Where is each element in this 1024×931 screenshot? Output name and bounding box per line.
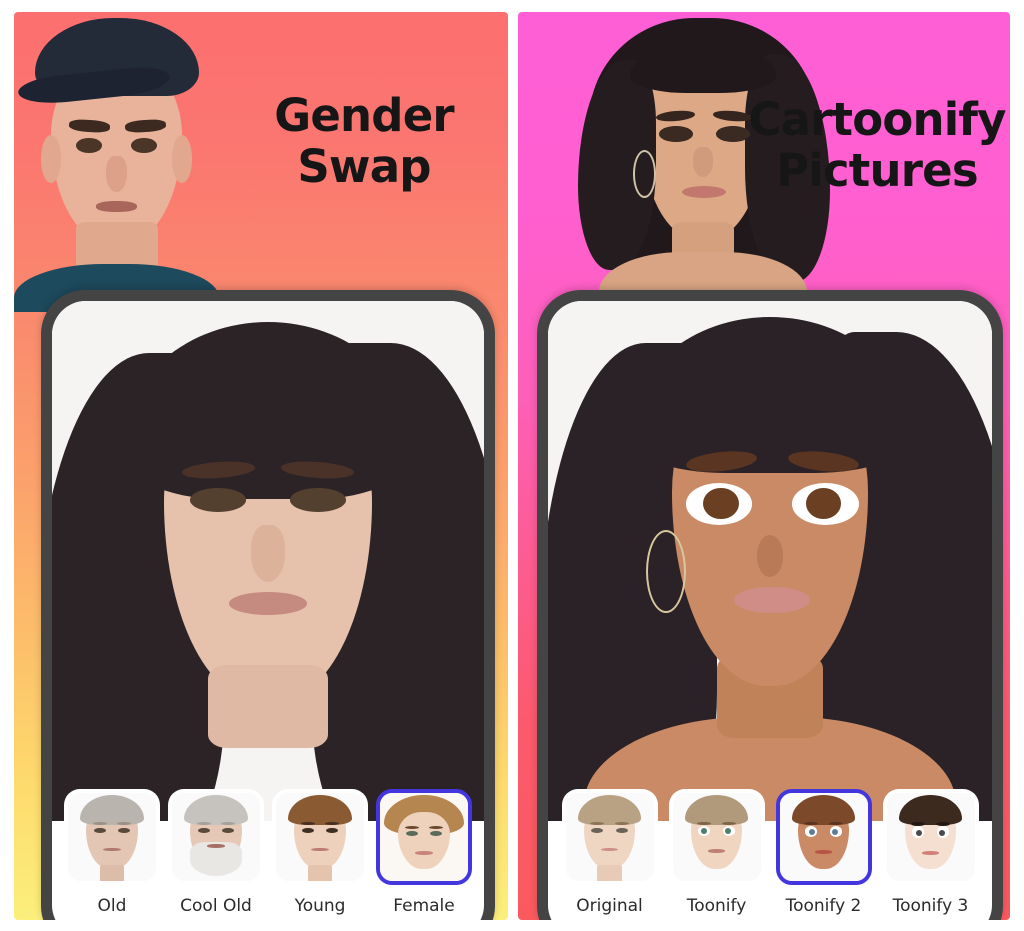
style-thumbnail-young[interactable] — [272, 789, 368, 885]
face-eye-right — [716, 126, 750, 142]
style-option-original[interactable]: Original — [557, 789, 663, 916]
phone-mockup-right: Original Toonify Toonify 2 Toonify 3 — [537, 290, 1003, 920]
panel-headline-gender-swap: Gender Swap — [274, 89, 454, 194]
hair-fringe — [630, 45, 776, 93]
face-lips — [734, 587, 810, 613]
promo-panel-cartoonify: Cartoonify Pictures Original Toonify Too… — [518, 12, 1010, 920]
thumb-eye-left — [405, 830, 418, 837]
thumb-brow-left — [404, 825, 419, 829]
face-eye-left — [658, 126, 693, 142]
style-thumbnail-toonify-3[interactable] — [882, 789, 979, 885]
man-face-art — [14, 12, 219, 312]
panel-headline-cartoonify: Cartoonify Pictures — [748, 93, 1006, 198]
style-label-toonify-3: Toonify 3 — [892, 896, 969, 916]
screenshot-stage: Gender Swap Old Cool Old Young Female Ca… — [0, 0, 1024, 931]
thumbnail-face-toonify — [672, 793, 761, 881]
style-label-young: Young — [294, 896, 346, 916]
thumbnail-face-cool-old — [172, 793, 260, 881]
phone-screen-left: Old Cool Old Young Female — [52, 301, 484, 920]
style-option-toonify[interactable]: Toonify — [664, 789, 770, 916]
result-photo-female-swap — [52, 301, 484, 821]
thumb-neck — [597, 865, 622, 881]
style-thumbnail-strip-right: Original Toonify Toonify 2 Toonify 3 — [548, 789, 992, 920]
style-label-toonify-2: Toonify 2 — [785, 896, 862, 916]
thumb-neck — [99, 865, 125, 881]
face-ear-left — [40, 135, 62, 183]
style-option-toonify-3[interactable]: Toonify 3 — [878, 789, 984, 916]
style-thumbnail-cool-old[interactable] — [168, 789, 264, 885]
thumb-brow-right — [429, 825, 444, 829]
hoop-earring — [632, 150, 657, 198]
face-eye-left — [75, 138, 103, 153]
style-label-original: Original — [576, 896, 643, 916]
face-nose — [250, 524, 286, 582]
style-label-old: Old — [97, 896, 127, 916]
thumb-mouth — [814, 850, 833, 854]
thumb-mouth — [600, 847, 619, 852]
style-thumbnail-original[interactable] — [561, 789, 658, 885]
face-nose — [106, 156, 127, 192]
style-option-female[interactable]: Female — [372, 789, 476, 916]
thumb-brow-left — [300, 822, 315, 826]
hoop-earring — [645, 529, 686, 613]
thumb-neck — [307, 865, 333, 881]
style-thumbnail-old[interactable] — [64, 789, 160, 885]
style-thumbnail-toonify[interactable] — [668, 789, 765, 885]
thumb-mouth — [311, 847, 329, 852]
result-photo-cartoon — [548, 301, 992, 821]
style-option-toonify-2[interactable]: Toonify 2 — [771, 789, 877, 916]
thumb-mouth — [415, 851, 433, 855]
thumbnail-face-toonify-3 — [886, 793, 975, 881]
face-nose — [756, 535, 784, 577]
cartoon-result-face-art — [548, 301, 992, 821]
thumb-brow-left — [92, 822, 107, 826]
hero-portrait-man — [14, 12, 219, 312]
face-lips — [229, 592, 307, 616]
style-label-toonify: Toonify — [686, 896, 747, 916]
style-option-old[interactable]: Old — [60, 789, 164, 916]
phone-screen-right: Original Toonify Toonify 2 Toonify 3 — [548, 301, 992, 920]
female-result-face-art — [52, 301, 484, 821]
thumb-mouth — [707, 849, 726, 853]
thumbnail-face-toonify-2 — [779, 793, 868, 881]
face-eye-right — [289, 488, 346, 513]
face-neck — [207, 665, 329, 749]
thumb-mouth — [921, 851, 940, 855]
face-ear-right — [171, 135, 193, 183]
thumb-mouth — [103, 847, 121, 852]
style-thumbnail-female[interactable] — [376, 789, 472, 885]
thumbnail-face-original — [565, 793, 654, 881]
thumb-brow-left — [196, 822, 211, 826]
thumbnail-face-young — [276, 793, 364, 881]
promo-panel-gender-swap: Gender Swap Old Cool Old Young Female — [14, 12, 508, 920]
thumb-face — [398, 812, 450, 867]
thumb-iris-left — [808, 829, 815, 836]
style-label-cool-old: Cool Old — [180, 896, 252, 916]
style-thumbnail-strip-left: Old Cool Old Young Female — [52, 789, 484, 920]
style-thumbnail-toonify-2[interactable] — [775, 789, 872, 885]
style-option-cool-old[interactable]: Cool Old — [164, 789, 268, 916]
face-lips — [682, 186, 727, 198]
style-label-female: Female — [393, 896, 455, 916]
thumb-mouth — [207, 844, 225, 848]
thumb-iris-left — [915, 829, 922, 837]
thumbnail-face-old — [68, 793, 156, 881]
phone-mockup-left: Old Cool Old Young Female — [41, 290, 495, 920]
thumbnail-face-female — [380, 793, 468, 881]
face-mouth — [96, 201, 137, 212]
style-option-young[interactable]: Young — [268, 789, 372, 916]
